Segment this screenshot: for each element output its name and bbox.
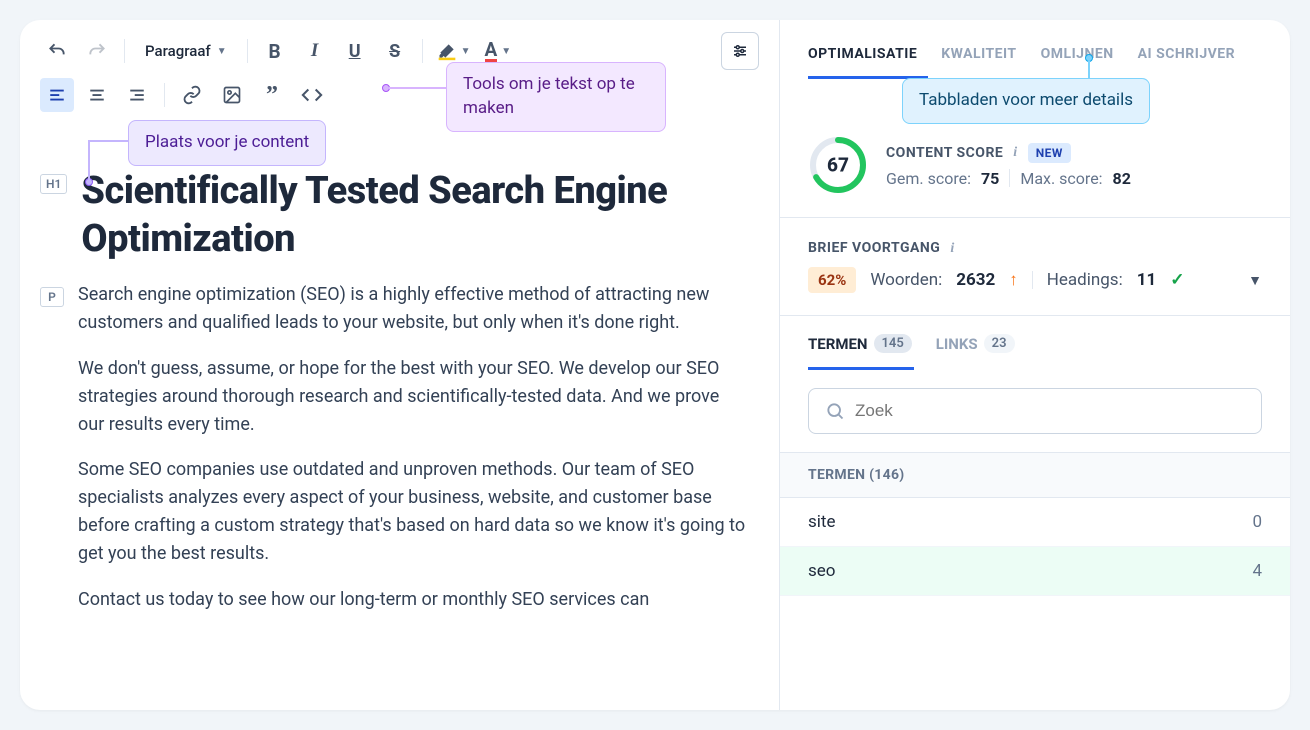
tab-kwaliteit[interactable]: KWALITEIT: [941, 46, 1016, 62]
info-icon[interactable]: i: [950, 241, 954, 256]
score-value: 67: [827, 154, 849, 177]
term-count: 4: [1252, 561, 1262, 581]
block-tag-h1: H1: [40, 174, 67, 194]
toolbar: Paragraaf ▼ B I U S ▼ A ▼: [20, 20, 779, 128]
block-tag-p: P: [40, 287, 64, 307]
content-area[interactable]: H1 Scientifically Tested Search Engine O…: [20, 148, 779, 614]
callout-content: Plaats voor je content: [128, 120, 326, 166]
image-button[interactable]: [215, 78, 249, 112]
term-row[interactable]: site 0: [780, 498, 1290, 547]
paragraph[interactable]: Contact us today to see how our long-ter…: [78, 586, 749, 614]
italic-button[interactable]: I: [298, 34, 332, 68]
tab-optimalisatie[interactable]: OPTIMALISATIE: [808, 46, 917, 62]
info-icon[interactable]: i: [1013, 145, 1017, 161]
paragraph[interactable]: Search engine optimization (SEO) is a hi…: [78, 281, 749, 337]
callout-tabs: Tabbladen voor meer details: [902, 78, 1150, 124]
heading-1[interactable]: Scientifically Tested Search Engine Opti…: [81, 168, 749, 263]
undo-button[interactable]: [40, 34, 74, 68]
search-icon: [825, 401, 845, 421]
tab-links[interactable]: LINKS 23: [936, 334, 1015, 367]
score-ring: 67: [808, 135, 868, 195]
redo-button[interactable]: [80, 34, 114, 68]
arrow-up-icon: ↑: [1009, 270, 1018, 290]
term-name: site: [808, 512, 835, 532]
callout-tools: Tools om je tekst op te maken: [446, 62, 666, 132]
strikethrough-button[interactable]: S: [378, 34, 412, 68]
settings-button[interactable]: [721, 32, 759, 70]
chevron-down-icon: ▼: [461, 46, 471, 57]
underline-button[interactable]: U: [338, 34, 372, 68]
link-button[interactable]: [175, 78, 209, 112]
align-left-button[interactable]: [40, 78, 74, 112]
align-right-button[interactable]: [120, 78, 154, 112]
sidebar-tabs: OPTIMALISATIE KWALITEIT OMLIJNEN AI SCHR…: [780, 20, 1290, 76]
editor-pane: Paragraaf ▼ B I U S ▼ A ▼: [20, 20, 780, 710]
code-button[interactable]: [295, 78, 329, 112]
search-input[interactable]: [855, 401, 1245, 421]
tab-ai-schrijver[interactable]: AI SCHRIJVER: [1138, 46, 1236, 62]
new-badge: NEW: [1028, 143, 1071, 163]
chevron-down-icon: ▼: [217, 46, 227, 57]
score-label: CONTENT SCORE: [886, 145, 1003, 161]
paragraph[interactable]: We don't guess, assume, or hope for the …: [78, 355, 749, 439]
term-count: 0: [1252, 512, 1262, 532]
paragraph[interactable]: Some SEO companies use outdated and unpr…: [78, 456, 749, 568]
tab-termen[interactable]: TERMEN 145: [808, 334, 912, 367]
term-row[interactable]: seo 4: [780, 547, 1290, 596]
chevron-down-icon[interactable]: ▼: [1248, 272, 1262, 289]
block-type-label: Paragraaf: [145, 42, 211, 60]
brief-percent: 62%: [808, 267, 856, 293]
bold-button[interactable]: B: [258, 34, 292, 68]
brief-panel: BRIEF VOORTGANG i 62% Woorden: 2632 ↑ He…: [780, 218, 1290, 316]
term-tabs: TERMEN 145 LINKS 23: [780, 316, 1290, 367]
term-name: seo: [808, 561, 835, 581]
search-box[interactable]: [808, 388, 1262, 434]
align-center-button[interactable]: [80, 78, 114, 112]
sidebar-pane: OPTIMALISATIE KWALITEIT OMLIJNEN AI SCHR…: [780, 20, 1290, 710]
app-window: Paragraaf ▼ B I U S ▼ A ▼: [20, 20, 1290, 710]
block-type-select[interactable]: Paragraaf ▼: [135, 36, 237, 66]
tab-omlijnen[interactable]: OMLIJNEN: [1041, 46, 1114, 62]
quote-button[interactable]: ”: [255, 78, 289, 112]
check-icon: ✓: [1170, 270, 1184, 290]
chevron-down-icon: ▼: [501, 46, 511, 57]
terms-list-header: TERMEN (146): [780, 452, 1290, 498]
